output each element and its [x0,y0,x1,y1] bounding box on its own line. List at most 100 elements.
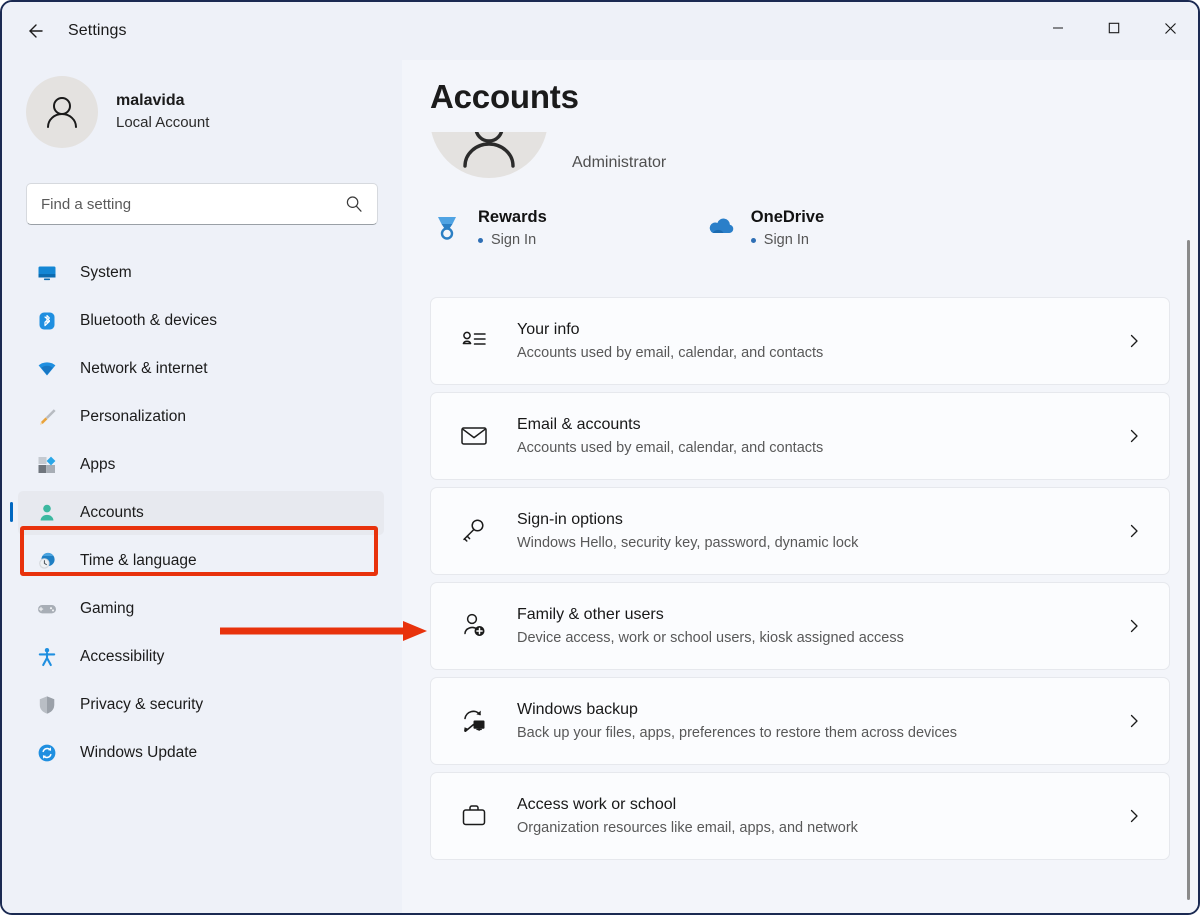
account-hero: Administrator [430,132,666,178]
card-text: Family & other users Device access, work… [517,603,1121,649]
shield-icon [36,694,58,716]
window-title: Settings [68,22,127,39]
card-your-info[interactable]: Your info Accounts used by email, calend… [430,297,1170,385]
briefcase-icon [457,799,491,833]
sidebar-item-personalization[interactable]: Personalization [18,395,384,439]
user-avatar-icon [47,97,77,128]
back-button[interactable] [18,14,52,48]
sidebar-item-system[interactable]: System [18,251,384,295]
card-text: Email & accounts Accounts used by email,… [517,413,1121,459]
sidebar-item-label: Apps [80,456,116,473]
settings-cards: Your info Accounts used by email, calend… [430,297,1170,867]
card-sign-in-options[interactable]: Sign-in options Windows Hello, security … [430,487,1170,575]
search-icon[interactable] [345,195,363,213]
service-name: Rewards [478,208,547,226]
card-subtitle: Accounts used by email, calendar, and co… [517,440,824,456]
sidebar-item-network-internet[interactable]: Network & internet [18,347,384,391]
person-add-icon [457,609,491,643]
service-rewards[interactable]: Rewards Sign In [430,205,547,251]
profile-text: malavida Local Account [116,90,209,134]
apps-icon [36,454,58,476]
sidebar-item-label: Bluetooth & devices [80,312,218,329]
avatar [26,76,98,148]
back-arrow-icon [29,24,43,38]
hero-avatar [430,132,548,178]
card-email-accounts[interactable]: Email & accounts Accounts used by email,… [430,392,1170,480]
card-title: Access work or school [517,796,677,813]
profile-account-type: Local Account [116,114,210,131]
sidebar-item-label: Time & language [80,552,197,569]
title-bar: Settings [2,2,1198,60]
wifi-icon [36,358,58,380]
card-family-other-users[interactable]: Family & other users Device access, work… [430,582,1170,670]
gamepad-icon [36,598,58,620]
card-title: Email & accounts [517,416,641,433]
profile-name: malavida [116,92,185,109]
card-subtitle: Accounts used by email, calendar, and co… [517,345,824,361]
card-windows-backup[interactable]: Windows backup Back up your files, apps,… [430,677,1170,765]
sidebar-item-windows-update[interactable]: Windows Update [18,731,384,775]
sidebar-item-label: Accounts [80,504,144,521]
chevron-right-icon[interactable] [1121,518,1147,544]
sidebar-item-label: Accessibility [80,648,165,665]
status-dot-icon [478,237,483,243]
card-text: Windows backup Back up your files, apps,… [517,698,1121,744]
card-title: Windows backup [517,701,638,718]
account-role: Administrator [572,154,667,171]
sidebar-item-label: Network & internet [80,360,208,377]
card-access-work-school[interactable]: Access work or school Organization resou… [430,772,1170,860]
service-status[interactable]: Sign In [750,229,824,251]
sidebar-item-bluetooth-devices[interactable]: Bluetooth & devices [18,299,384,343]
card-text: Access work or school Organization resou… [517,793,1121,839]
contact-card-icon [457,324,491,358]
sidebar-item-apps[interactable]: Apps [18,443,384,487]
vertical-scrollbar[interactable] [1187,240,1190,900]
sidebar-item-accessibility[interactable]: Accessibility [18,635,384,679]
backup-icon [457,704,491,738]
linked-services: Rewards Sign In OneDrive Sign In [430,205,824,251]
sidebar-item-privacy-security[interactable]: Privacy & security [18,683,384,727]
service-text: Rewards Sign In [478,205,547,251]
chevron-right-icon[interactable] [1121,803,1147,829]
sidebar-nav: System Bluetooth & devices Network & int… [2,251,402,775]
sidebar-item-gaming[interactable]: Gaming [18,587,384,631]
close-button[interactable] [1142,2,1198,54]
sidebar-item-label: Windows Update [80,744,198,761]
accessibility-icon [36,646,58,668]
sidebar-item-label: Personalization [80,408,186,425]
card-title: Your info [517,321,580,338]
key-icon [457,514,491,548]
sidebar-item-time-language[interactable]: Time & language [18,539,384,583]
hero-avatar-clip [430,132,548,178]
card-text: Sign-in options Windows Hello, security … [517,508,1121,554]
window-controls [1030,2,1198,54]
card-title: Sign-in options [517,511,623,528]
card-subtitle: Windows Hello, security key, password, d… [517,535,859,551]
card-subtitle: Device access, work or school users, kio… [517,630,904,646]
settings-window: Settings malavida Local Account Find a s… [0,0,1200,915]
service-text: OneDrive Sign In [750,205,825,251]
chevron-right-icon[interactable] [1121,613,1147,639]
maximize-button[interactable] [1086,2,1142,54]
service-onedrive[interactable]: OneDrive Sign In [703,205,824,251]
person-icon [36,502,58,524]
card-subtitle: Back up your files, apps, preferences to… [517,725,958,741]
paintbrush-icon [36,406,58,428]
update-icon [36,742,58,764]
sidebar-item-accounts[interactable]: Accounts [10,491,384,535]
search-box[interactable] [26,183,378,225]
chevron-right-icon[interactable] [1121,328,1147,354]
sidebar-profile[interactable]: malavida Local Account [26,76,402,148]
bluetooth-icon [36,310,58,332]
chevron-right-icon[interactable] [1121,423,1147,449]
sidebar: malavida Local Account System [2,60,402,913]
envelope-icon [457,419,491,453]
monitor-icon [36,262,58,284]
chevron-right-icon[interactable] [1121,708,1147,734]
service-name: OneDrive [750,208,825,226]
maximize-icon [1108,22,1120,34]
service-status[interactable]: Sign In [478,229,547,251]
minimize-button[interactable] [1030,2,1086,54]
minimize-icon [1053,27,1063,29]
search-input[interactable] [27,195,327,213]
